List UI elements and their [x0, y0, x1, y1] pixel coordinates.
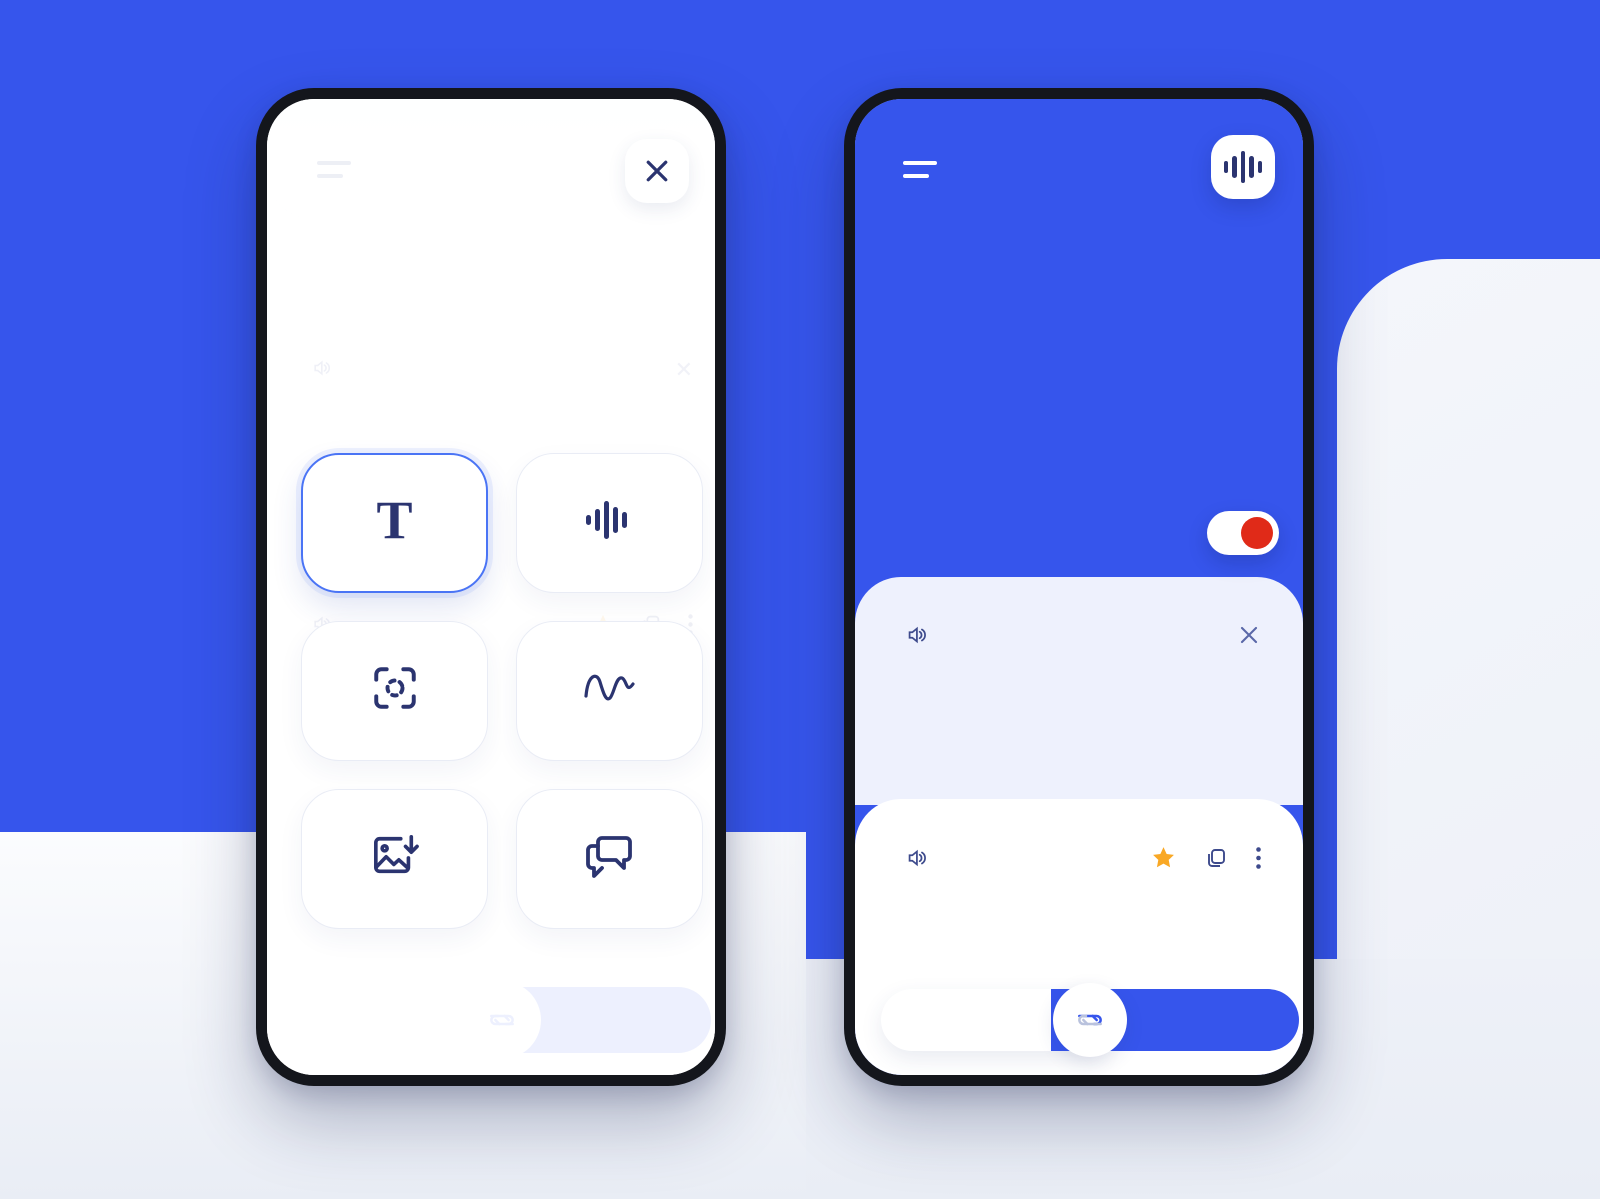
speaker-icon[interactable] — [905, 847, 927, 874]
close-icon — [646, 160, 668, 182]
handwriting-icon — [582, 659, 638, 717]
source-card — [855, 577, 1303, 805]
close-icon[interactable]: ✕ — [675, 357, 693, 383]
option-card-voice[interactable] — [516, 453, 703, 593]
background — [0, 0, 1600, 1199]
conversation-icon — [584, 827, 636, 885]
close-icon[interactable] — [1237, 623, 1261, 652]
left-source-language-row: ✕ — [311, 357, 693, 383]
left-phone-screen: ✕ T — [267, 99, 715, 1075]
image-import-icon — [370, 827, 420, 885]
speaker-icon[interactable] — [311, 358, 331, 383]
option-card-conversation[interactable] — [516, 789, 703, 929]
option-card-import[interactable] — [301, 789, 488, 929]
voice-waveform-icon — [1222, 151, 1265, 183]
star-icon[interactable] — [1151, 845, 1176, 875]
copy-icon[interactable] — [1204, 846, 1228, 875]
option-card-camera[interactable] — [301, 621, 488, 761]
hamburger-menu-icon[interactable] — [903, 161, 937, 178]
phone-left: ✕ T — [256, 88, 726, 1086]
option-card-handwritting[interactable] — [516, 621, 703, 761]
target-card — [855, 799, 1303, 1075]
phone-right — [844, 88, 1314, 1086]
right-phone-screen — [855, 99, 1303, 1075]
voice-translate-button[interactable] — [1211, 135, 1275, 199]
left-language-switcher — [293, 981, 711, 1059]
option-card-text[interactable]: T — [301, 453, 488, 593]
record-dot-icon — [1241, 517, 1273, 549]
background-light-top-right — [1337, 259, 1600, 959]
speaker-icon[interactable] — [905, 624, 927, 651]
more-vertical-icon[interactable] — [1256, 846, 1261, 874]
language-switcher — [881, 983, 1299, 1057]
text-letter-icon: T — [376, 489, 413, 550]
source-language-row — [905, 623, 1261, 652]
hamburger-menu-icon[interactable] — [317, 161, 351, 178]
audio-waveform — [855, 349, 1303, 489]
swap-arrows-icon[interactable] — [1053, 983, 1127, 1057]
swap-arrows-icon[interactable] — [463, 981, 541, 1059]
voice-waveform-icon — [584, 491, 636, 549]
translate-mode-grid: T — [301, 453, 703, 929]
close-button[interactable] — [625, 139, 689, 203]
camera-scan-icon — [370, 659, 420, 717]
speak-now-button[interactable] — [1207, 511, 1279, 555]
target-language-row — [905, 845, 1261, 875]
